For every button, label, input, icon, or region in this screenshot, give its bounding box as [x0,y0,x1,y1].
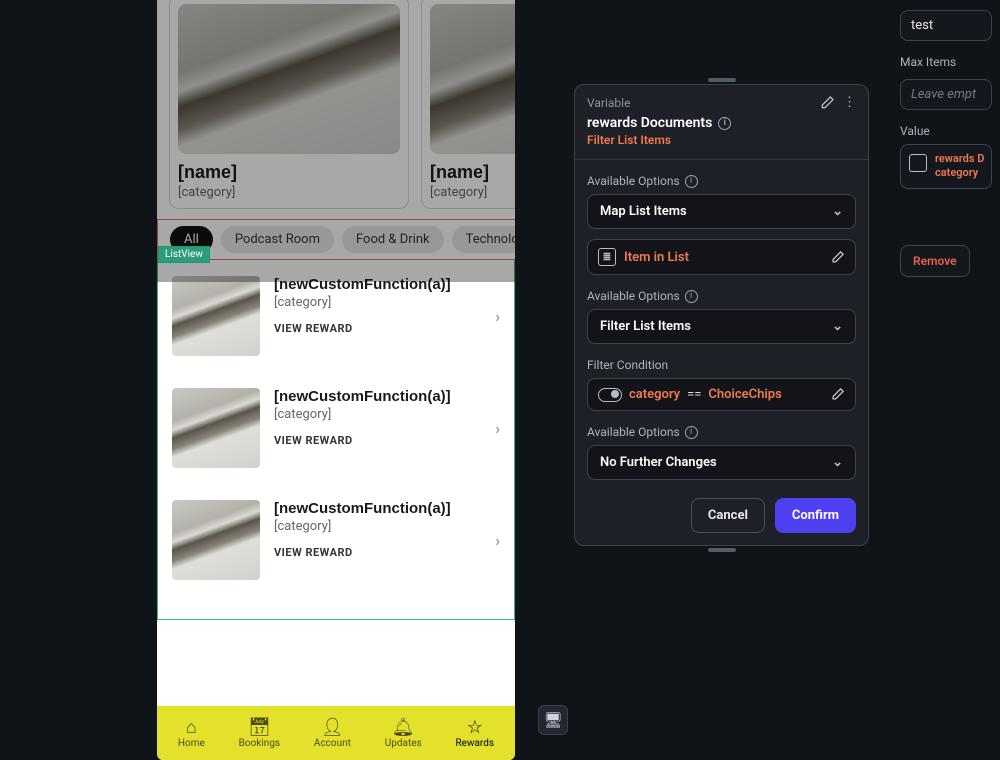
view-reward-button[interactable]: VIEW REWARD [274,546,481,559]
list-item-image [172,500,260,580]
bottom-nav: ⌂Home 📅︎Bookings 👤︎Account 🔔︎Updates ☆Re… [157,706,515,760]
chip-technology[interactable]: Technology [452,226,515,253]
nav-bookings[interactable]: 📅︎Bookings [239,719,280,749]
max-items-label: Max Items [900,55,1000,69]
edit-icon[interactable] [830,250,845,265]
info-icon[interactable]: i [718,117,731,130]
card-category: [category] [430,185,515,200]
list-item-category: [category] [274,295,481,310]
map-list-items-select[interactable]: Map List Items⌄ [587,194,856,229]
nav-rewards[interactable]: ☆Rewards [456,719,495,749]
list-item-icon: ≣ [598,248,616,266]
available-options-label: Available Optionsi [587,174,856,188]
value-label: Value [900,124,1000,138]
list-item-category: [category] [274,519,481,534]
drag-handle-icon[interactable] [708,78,736,82]
list-item-title: [newCustomFunction(a)] [274,500,481,517]
reward-card[interactable]: [name] [category] [169,0,409,209]
choice-chips: All Podcast Room Food & Drink Technology… [157,219,515,260]
properties-sidebar: test Max Items Leave empt Value rewards … [900,0,1000,750]
card-image [430,4,515,154]
view-reward-button[interactable]: VIEW REWARD [274,434,481,447]
chevron-down-icon: ⌄ [832,319,843,334]
phone-preview: [name] [category] [name] [category] All … [157,0,515,760]
confirm-button[interactable]: Confirm [775,498,856,533]
device-preview-button[interactable]: 🖥︎ [538,705,568,735]
calendar-icon: 📅︎ [248,719,271,737]
reward-card[interactable]: [name] [category] [421,0,515,209]
list-item[interactable]: [newCustomFunction(a)] [category] VIEW R… [172,260,500,372]
value-binding-chip[interactable]: rewards Dcategory [900,144,992,189]
list-item-category: [category] [274,407,481,422]
chip-food-drink[interactable]: Food & Drink [342,226,444,253]
item-in-list-token[interactable]: ≣ Item in List [587,239,856,275]
variable-label: Variable [587,96,811,110]
star-icon: ☆ [467,719,483,737]
chevron-down-icon: ⌄ [832,204,843,219]
drag-handle-icon[interactable] [708,548,736,552]
max-items-input[interactable]: Leave empt [900,79,992,110]
monitor-icon: 🖥︎ [543,711,562,729]
info-icon[interactable]: i [685,426,698,439]
cancel-button[interactable]: Cancel [691,498,765,533]
panel-title: rewards Documentsi [587,115,856,131]
filter-list-items-select[interactable]: Filter List Items⌄ [587,309,856,344]
nav-updates[interactable]: 🔔︎Updates [385,719,422,749]
chip-podcast-room[interactable]: Podcast Room [221,226,334,253]
person-icon: 👤︎ [321,719,344,737]
document-icon [909,154,927,172]
card-category: [category] [178,185,400,200]
chevron-down-icon: ⌄ [832,455,843,470]
home-icon: ⌂ [186,719,197,737]
nav-account[interactable]: 👤︎Account [314,719,351,749]
more-icon[interactable]: ⋮ [843,95,856,111]
filter-condition-label: Filter Condition [587,358,856,372]
chevron-right-icon: › [495,419,500,438]
variable-config-panel: Variable ⋮ rewards Documentsi Filter Lis… [574,84,869,546]
list-item-title: [newCustomFunction(a)] [274,276,481,293]
card-image [178,4,400,154]
card-name: [name] [178,162,400,183]
list-item-title: [newCustomFunction(a)] [274,388,481,405]
no-further-changes-select[interactable]: No Further Changes⌄ [587,445,856,480]
available-options-label: Available Optionsi [587,425,856,439]
list-item-image [172,388,260,468]
cards-row: [name] [category] [name] [category] [157,0,515,219]
list-item[interactable]: [newCustomFunction(a)] [category] VIEW R… [172,372,500,484]
view-reward-button[interactable]: VIEW REWARD [274,322,481,335]
card-name: [name] [430,162,515,183]
nav-home[interactable]: ⌂Home [178,719,205,749]
listview[interactable]: [newCustomFunction(a)] [category] VIEW R… [157,260,515,620]
available-options-label: Available Optionsi [587,289,856,303]
bell-icon: 🔔︎ [392,719,415,737]
list-item[interactable]: [newCustomFunction(a)] [category] VIEW R… [172,484,500,596]
listview-selection-badge: ListView [158,246,210,263]
remove-button[interactable]: Remove [900,245,970,277]
toggle-icon[interactable] [598,388,622,402]
list-item-image [172,276,260,356]
info-icon[interactable]: i [685,290,698,303]
panel-subtitle: Filter List Items [587,133,856,147]
test-input[interactable]: test [900,10,992,41]
chevron-right-icon: › [495,307,500,326]
edit-icon[interactable] [819,95,835,111]
info-icon[interactable]: i [685,175,698,188]
chevron-right-icon: › [495,531,500,550]
filter-condition-expression[interactable]: category == ChoiceChips [587,378,856,411]
edit-icon[interactable] [830,387,845,402]
